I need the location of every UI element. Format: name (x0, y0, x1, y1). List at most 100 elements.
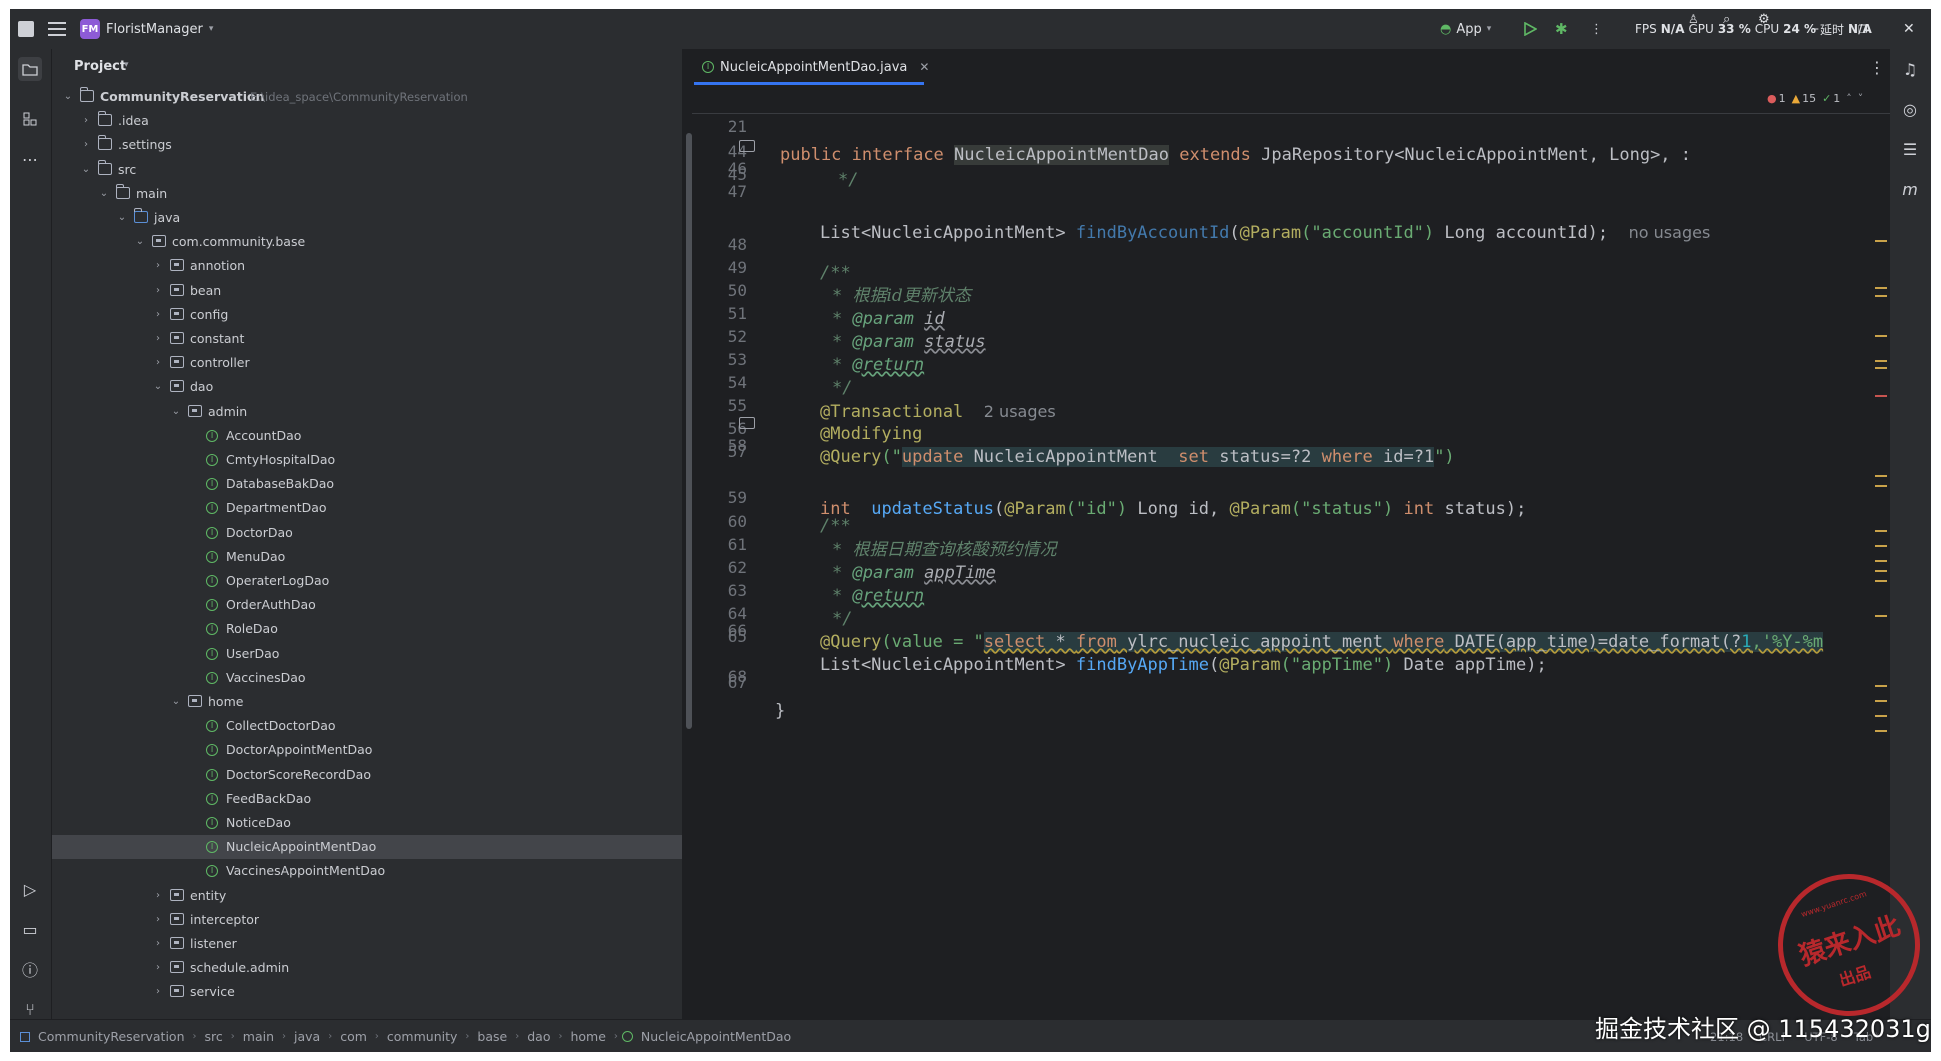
tree-item[interactable]: I OperaterLogDao (52, 569, 682, 593)
tree-item[interactable]: › listener (52, 932, 682, 956)
breadcrumb-item[interactable]: java (294, 1029, 320, 1044)
breadcrumb-item[interactable]: src (205, 1029, 223, 1044)
minimize-button[interactable]: – (1812, 9, 1819, 49)
error-stripe-marker[interactable] (1875, 715, 1887, 717)
tree-item[interactable]: › service (52, 980, 682, 1004)
chevron-right-icon[interactable]: › (152, 932, 164, 956)
error-stripe-marker[interactable] (1875, 475, 1887, 477)
git-branch-icon[interactable]: ⑂ (18, 997, 42, 1021)
error-stripe-marker[interactable] (1875, 295, 1887, 297)
tree-item[interactable]: I DoctorScoreRecordDao (52, 763, 682, 787)
tree-item[interactable]: › bean (52, 279, 682, 303)
error-stripe-marker[interactable] (1875, 700, 1887, 702)
chevron-down-icon[interactable]: ⌄ (170, 690, 182, 714)
chevron-right-icon[interactable]: › (152, 908, 164, 932)
tree-item[interactable]: ⌄ src (52, 158, 682, 182)
settings-gear-icon[interactable]: ⚙ (1758, 9, 1770, 39)
more-actions-button[interactable]: ⋮ (1590, 9, 1603, 49)
run-config-selector[interactable]: ◓ App ▾ (1440, 9, 1491, 49)
database-icon[interactable]: ☰ (1898, 137, 1922, 161)
chevron-right-icon[interactable]: › (152, 884, 164, 908)
code-area[interactable]: 21 public interface NucleicAppointMentDa… (692, 85, 1890, 1037)
breadcrumb-item[interactable]: base (477, 1029, 507, 1044)
chevron-down-icon[interactable]: ⌄ (98, 182, 110, 206)
error-stripe-marker[interactable] (1875, 545, 1887, 547)
tab-options-icon[interactable]: ⋮ (1869, 58, 1885, 77)
error-stripe-marker[interactable] (1875, 335, 1887, 337)
problems-icon[interactable]: ⓘ (18, 957, 42, 981)
tree-item[interactable]: ⌄ main (52, 182, 682, 206)
breadcrumb-item[interactable]: com (340, 1029, 367, 1044)
tree-item[interactable]: ⌄ com.community.base (52, 230, 682, 254)
tree-item[interactable]: › annotion (52, 254, 682, 278)
tab-nucleic-appoint-ment-dao[interactable]: I NucleicAppointMentDao.java ✕ (702, 49, 929, 85)
tree-item[interactable]: I DatabaseBakDao (52, 472, 682, 496)
tree-item[interactable]: ⌄ dao (52, 375, 682, 399)
error-stripe-marker[interactable] (1875, 485, 1887, 487)
chevron-down-icon[interactable]: ⌄ (62, 85, 74, 109)
tree-item[interactable]: I DoctorAppointMentDao (52, 738, 682, 762)
tree-item[interactable]: ⌄ home (52, 690, 682, 714)
error-stripe-marker[interactable] (1875, 615, 1887, 617)
search-icon[interactable]: ⌕ (1723, 9, 1730, 39)
chevron-right-icon[interactable]: › (152, 254, 164, 278)
tree-item[interactable]: › constant (52, 327, 682, 351)
tree-item[interactable]: I AccountDao (52, 424, 682, 448)
tree-item[interactable]: I CmtyHospitalDao (52, 448, 682, 472)
breadcrumb-item[interactable]: home (570, 1029, 605, 1044)
services-run-icon[interactable]: ▷ (18, 877, 42, 901)
error-stripe-marker[interactable] (1875, 570, 1887, 572)
tree-item[interactable]: › entity (52, 884, 682, 908)
tree-item[interactable]: I NoticeDao (52, 811, 682, 835)
tree-item[interactable]: I VaccinesAppointMentDao (52, 859, 682, 883)
breadcrumb-item[interactable]: dao (527, 1029, 550, 1044)
error-stripe-marker[interactable] (1875, 560, 1887, 562)
chevron-down-icon[interactable]: ⌄ (80, 158, 92, 182)
tree-item[interactable]: › controller (52, 351, 682, 375)
chevron-right-icon[interactable]: › (152, 980, 164, 1004)
project-switcher[interactable]: FM FloristManager ▾ (80, 9, 213, 49)
tree-item[interactable]: I NucleicAppointMentDao (52, 835, 682, 860)
tree-item[interactable]: › schedule.admin (52, 956, 682, 980)
debug-button[interactable]: ✱ (1555, 9, 1568, 49)
maven-icon[interactable]: m (1898, 177, 1922, 201)
chevron-right-icon[interactable]: › (152, 956, 164, 980)
tree-item[interactable]: ⌄ admin (52, 400, 682, 424)
tree-item[interactable]: I UserDao (52, 642, 682, 666)
error-stripe-marker[interactable] (1875, 287, 1887, 289)
error-stripe-marker[interactable] (1875, 240, 1887, 242)
breadcrumb-item[interactable]: community (387, 1029, 458, 1044)
chevron-down-icon[interactable]: ⌄ (116, 206, 128, 230)
tree-item[interactable]: I MenuDao (52, 545, 682, 569)
chevron-right-icon[interactable]: › (80, 133, 92, 157)
close-tab-icon[interactable]: ✕ (919, 60, 929, 74)
run-button[interactable] (1523, 9, 1537, 49)
project-panel-header[interactable]: Project ▾ (52, 49, 682, 85)
notifications-bell-icon[interactable]: ♫ (1898, 57, 1922, 81)
tree-item[interactable]: I VaccinesDao (52, 666, 682, 690)
breadcrumb-item[interactable]: main (243, 1029, 274, 1044)
tree-item[interactable]: I CollectDoctorDao (52, 714, 682, 738)
account-icon[interactable]: ♙ (1688, 9, 1699, 39)
error-stripe-marker[interactable] (1875, 730, 1887, 732)
chevron-right-icon[interactable]: › (80, 109, 92, 133)
tree-item[interactable]: I DoctorDao (52, 521, 682, 545)
tree-item[interactable]: I FeedBackDao (52, 787, 682, 811)
terminal-icon[interactable]: ▭ (18, 917, 42, 941)
breadcrumb-item[interactable]: NucleicAppointMentDao (641, 1029, 791, 1044)
chevron-down-icon[interactable]: ⌄ (134, 230, 146, 254)
tree-item[interactable]: › .idea (52, 109, 682, 133)
chevron-right-icon[interactable]: › (152, 351, 164, 375)
tree-item[interactable]: I RoleDao (52, 617, 682, 641)
error-stripe-marker[interactable] (1875, 530, 1887, 532)
error-stripe-marker[interactable] (1875, 367, 1887, 369)
tree-item[interactable]: › interceptor (52, 908, 682, 932)
restore-button[interactable]: ❐ (1858, 9, 1868, 49)
tree-item[interactable]: › config (52, 303, 682, 327)
tree-item[interactable]: ⌄ java (52, 206, 682, 230)
tree-item[interactable]: › .settings (52, 133, 682, 157)
more-tools-icon[interactable]: ⋯ (18, 147, 42, 171)
error-stripe-marker[interactable] (1875, 580, 1887, 582)
structure-icon[interactable] (18, 107, 42, 131)
project-tool-folder-icon[interactable] (18, 57, 42, 81)
